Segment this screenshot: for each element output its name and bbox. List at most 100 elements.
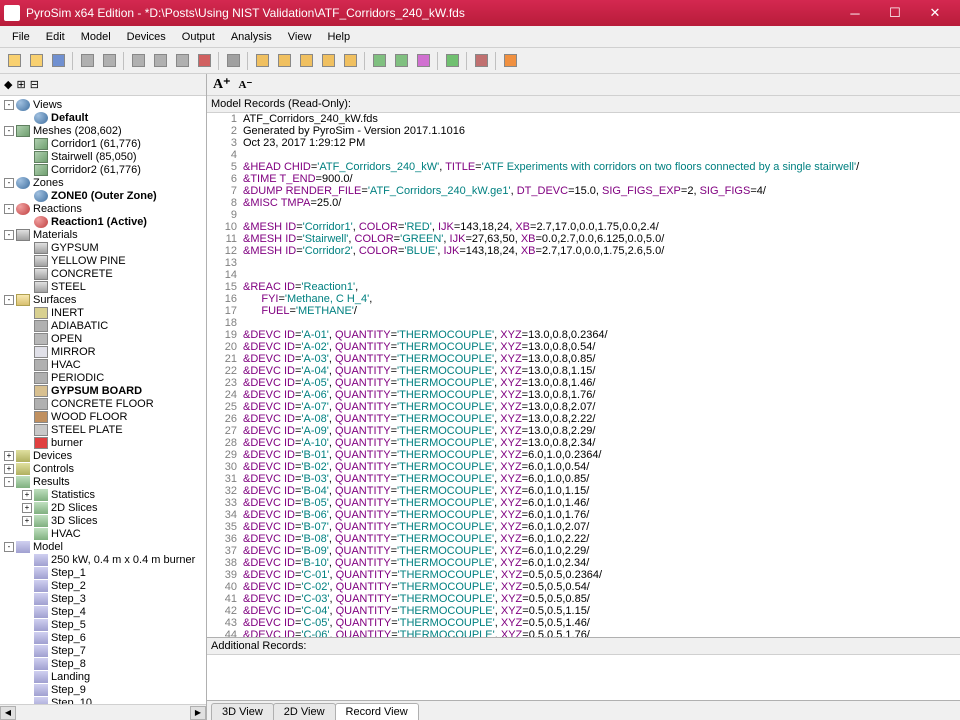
toolbar-cut-icon[interactable] [128,51,148,71]
tree-item[interactable]: CONCRETE [0,267,206,280]
tree-item[interactable]: INERT [0,306,206,319]
tree-expander-icon[interactable]: + [4,451,14,461]
tree-item[interactable]: ZONE0 (Outer Zone) [0,189,206,202]
tree-item[interactable]: 250 kW, 0.4 m x 0.4 m burner [0,553,206,566]
navigator-hscroll[interactable]: ◀ ▶ [0,704,206,720]
toolbar-dev-icon[interactable] [318,51,338,71]
tree-item[interactable]: YELLOW PINE [0,254,206,267]
tree-expander-icon[interactable]: - [4,230,14,240]
menu-view[interactable]: View [280,29,320,45]
tree-item[interactable]: Step_2 [0,579,206,592]
tree-item[interactable]: Step_9 [0,683,206,696]
tree-item[interactable]: Step_8 [0,657,206,670]
tree-item[interactable]: Step_10 [0,696,206,704]
menu-help[interactable]: Help [319,29,358,45]
tree-expander-icon[interactable]: - [4,295,14,305]
menu-devices[interactable]: Devices [119,29,174,45]
tree-item[interactable]: OPEN [0,332,206,345]
expand-all-icon[interactable]: ⊞ [16,78,25,91]
tree-item[interactable]: -Reactions [0,202,206,215]
toolbar-mesh-icon[interactable] [252,51,272,71]
tab-record-view[interactable]: Record View [335,703,419,720]
menu-analysis[interactable]: Analysis [223,29,280,45]
tree-expander-icon[interactable]: + [22,490,32,500]
font-increase-button[interactable]: A⁺ [213,76,231,93]
scroll-left-icon[interactable]: ◀ [0,706,16,720]
toolbar-new-icon[interactable] [4,51,24,71]
tree-item[interactable]: HVAC [0,358,206,371]
tree-item[interactable]: Step_5 [0,618,206,631]
tree-item[interactable]: STEEL [0,280,206,293]
tree-item[interactable]: Step_4 [0,605,206,618]
tree-expander-icon[interactable]: + [4,464,14,474]
tree-item[interactable]: +Controls [0,462,206,475]
additional-records-body[interactable] [207,655,960,700]
tree-item[interactable]: -Meshes (208,602) [0,124,206,137]
tree-item[interactable]: burner [0,436,206,449]
toolbar-mat-icon[interactable] [391,51,411,71]
tree-expander-icon[interactable]: - [4,178,14,188]
maximize-button[interactable]: ☐ [882,4,908,22]
toolbar-react-icon[interactable] [296,51,316,71]
tree-item[interactable]: +Devices [0,449,206,462]
toolbar-copy-icon[interactable] [150,51,170,71]
tab-3d-view[interactable]: 3D View [211,703,274,720]
toolbar-selbox-icon[interactable] [223,51,243,71]
toolbar-redo-icon[interactable] [99,51,119,71]
toolbar-stop-icon[interactable] [471,51,491,71]
minimize-button[interactable]: ─ [842,4,868,22]
tree-item[interactable]: PERIODIC [0,371,206,384]
tree-item[interactable]: GYPSUM BOARD [0,384,206,397]
toolbar-paste-icon[interactable] [172,51,192,71]
nav-tool-icon[interactable]: ◆ [4,78,12,91]
menu-model[interactable]: Model [73,29,119,45]
tree-expander-icon[interactable]: + [22,503,32,513]
tree-expander-icon[interactable]: - [4,477,14,487]
toolbar-save-icon[interactable] [48,51,68,71]
toolbar-fire-icon[interactable] [500,51,520,71]
tree-item[interactable]: HVAC [0,527,206,540]
menu-output[interactable]: Output [174,29,223,45]
tree-item[interactable]: Corridor2 (61,776) [0,163,206,176]
tree-item[interactable]: Landing [0,670,206,683]
tree-item[interactable]: Reaction1 (Active) [0,215,206,228]
tree-item[interactable]: +3D Slices [0,514,206,527]
font-decrease-button[interactable]: A⁻ [239,78,253,91]
tree-expander-icon[interactable]: - [4,126,14,136]
tree-item[interactable]: CONCRETE FLOOR [0,397,206,410]
tree-item[interactable]: Step_1 [0,566,206,579]
tree-item[interactable]: -Materials [0,228,206,241]
collapse-all-icon[interactable]: ⊟ [30,78,39,91]
tree-item[interactable]: -Results [0,475,206,488]
tree-item[interactable]: Stairwell (85,050) [0,150,206,163]
menu-edit[interactable]: Edit [38,29,73,45]
tree-item[interactable]: STEEL PLATE [0,423,206,436]
tree-item[interactable]: WOOD FLOOR [0,410,206,423]
tab-2d-view[interactable]: 2D View [273,703,336,720]
tree-item[interactable]: Step_3 [0,592,206,605]
tree-item[interactable]: Step_7 [0,644,206,657]
tree-expander-icon[interactable]: - [4,542,14,552]
toolbar-open-icon[interactable] [26,51,46,71]
toolbar-surf-icon[interactable] [369,51,389,71]
toolbar-split-icon[interactable] [413,51,433,71]
tree-expander-icon[interactable]: - [4,204,14,214]
tree-item[interactable]: MIRROR [0,345,206,358]
toolbar-zone-icon[interactable] [274,51,294,71]
toolbar-ctrl-icon[interactable] [340,51,360,71]
toolbar-delete-icon[interactable] [194,51,214,71]
close-button[interactable]: ✕ [922,4,948,22]
tree-item[interactable]: Default [0,111,206,124]
toolbar-undo-icon[interactable] [77,51,97,71]
tree-item[interactable]: Step_6 [0,631,206,644]
tree-item[interactable]: +2D Slices [0,501,206,514]
toolbar-run-icon[interactable] [442,51,462,71]
tree-item[interactable]: ADIABATIC [0,319,206,332]
tree-item[interactable]: -Views [0,98,206,111]
tree-item[interactable]: GYPSUM [0,241,206,254]
tree-expander-icon[interactable]: + [22,516,32,526]
code-editor[interactable]: 1ATF_Corridors_240_kW.fds2Generated by P… [207,113,960,637]
navigator-tree[interactable]: -ViewsDefault-Meshes (208,602)Corridor1 … [0,96,206,704]
scroll-right-icon[interactable]: ▶ [190,706,206,720]
tree-expander-icon[interactable]: - [4,100,14,110]
